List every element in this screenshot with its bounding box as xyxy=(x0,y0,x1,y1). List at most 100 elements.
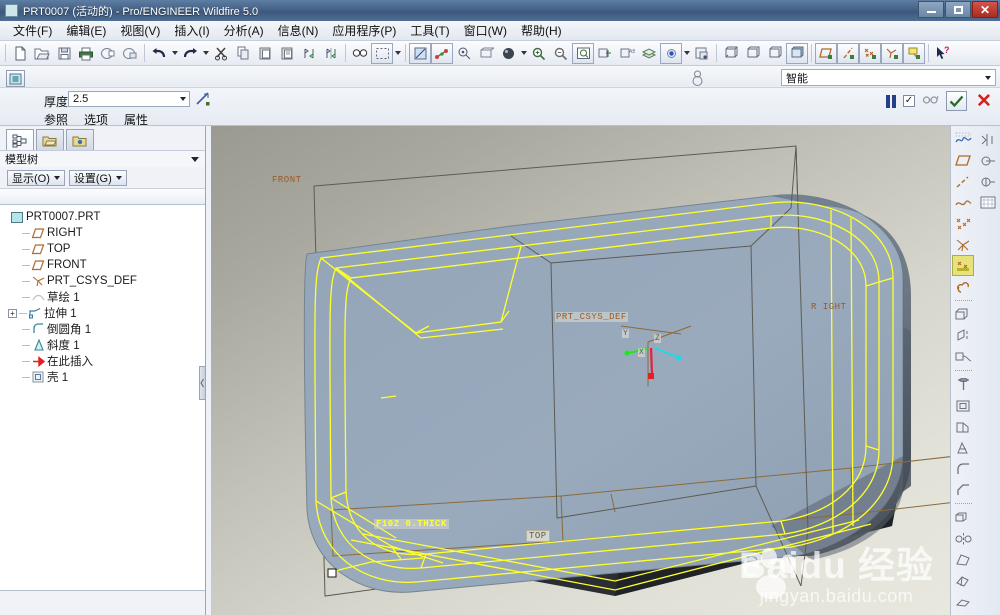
close-button[interactable]: ✕ xyxy=(972,1,998,18)
menu-tools[interactable]: 工具(T) xyxy=(403,20,456,41)
annotation-toggle-icon[interactable] xyxy=(903,42,925,64)
mail-review-icon[interactable] xyxy=(119,43,141,64)
datum-ref-icon[interactable] xyxy=(952,276,974,297)
panel-resize-handle[interactable] xyxy=(199,366,206,400)
datum-plane-tool-icon[interactable] xyxy=(952,150,974,171)
selection-filter[interactable]: 智能 xyxy=(781,69,996,86)
datum-curve-tool-icon[interactable] xyxy=(952,192,974,213)
graphics-viewport[interactable]: FRONT R IGHT TOP PRT_CSYS_DEF Y Z X F102… xyxy=(211,126,950,615)
datum-axis-toggle-icon[interactable] xyxy=(837,42,859,64)
model-tree[interactable]: PRT0007.PRT RIGHT TOP FRONT PRT_CSYS_DEF… xyxy=(0,205,205,591)
cancel-button[interactable]: ✕ xyxy=(974,91,994,111)
menu-edit[interactable]: 编辑(E) xyxy=(59,20,113,41)
menu-view[interactable]: 视图(V) xyxy=(113,20,167,41)
datum-point-tool-icon[interactable] xyxy=(952,213,974,234)
tree-item-draft[interactable]: 斜度 1 xyxy=(0,337,205,353)
new-file-icon[interactable] xyxy=(9,43,31,64)
minimize-button[interactable] xyxy=(918,1,944,18)
sketch-tool-icon[interactable] xyxy=(952,129,974,150)
appearance-icon[interactable] xyxy=(638,43,660,64)
tree-item-top-plane[interactable]: TOP xyxy=(0,241,205,257)
no-hidden-icon[interactable] xyxy=(764,43,786,64)
context-help-icon[interactable]: ? xyxy=(932,43,954,64)
wireframe-icon[interactable] xyxy=(720,43,742,64)
undo-dropdown-arrow[interactable] xyxy=(170,43,179,64)
hole-tool-icon[interactable] xyxy=(952,374,974,395)
grid-icon[interactable] xyxy=(977,192,999,213)
datum-coord-sys-tool-icon[interactable] xyxy=(952,234,974,255)
chevron-down-icon[interactable] xyxy=(191,156,199,162)
datum-point-offset-icon[interactable] xyxy=(952,255,975,276)
open-file-icon[interactable] xyxy=(31,43,53,64)
layer-icon[interactable] xyxy=(594,43,616,64)
datum-csys-toggle-icon[interactable] xyxy=(881,42,903,64)
tree-item-extrude[interactable]: + 拉伸 1 xyxy=(0,305,205,321)
rib-tool-icon[interactable] xyxy=(952,416,974,437)
draft-tool-icon[interactable] xyxy=(952,437,974,458)
regenerate-all-icon[interactable] xyxy=(320,43,342,64)
datum-point-toggle-icon[interactable] xyxy=(859,42,881,64)
tree-item-csys[interactable]: PRT_CSYS_DEF xyxy=(0,273,205,289)
tab-folder-browser[interactable] xyxy=(36,129,64,150)
analysis-icon[interactable] xyxy=(977,150,999,171)
tree-item-front-plane[interactable]: FRONT xyxy=(0,257,205,273)
paste-special-icon[interactable] xyxy=(276,43,298,64)
tree-show-button[interactable]: 显示(O) xyxy=(7,169,65,186)
offset-tool-icon[interactable] xyxy=(952,591,974,612)
zoom-in-icon[interactable] xyxy=(528,43,550,64)
pattern-tool-icon[interactable] xyxy=(952,507,974,528)
shading-icon[interactable] xyxy=(497,43,519,64)
print-icon[interactable] xyxy=(75,43,97,64)
extrude-tool-icon[interactable] xyxy=(952,304,974,325)
spin-center-icon[interactable] xyxy=(688,69,706,87)
preview-checkbox[interactable]: ✓ xyxy=(903,95,915,107)
light-icon[interactable] xyxy=(660,42,682,64)
refit-icon[interactable] xyxy=(572,42,594,64)
sketcher-icon[interactable] xyxy=(409,42,431,64)
trim-tool-icon[interactable] xyxy=(952,549,974,570)
model-analysis-icon[interactable] xyxy=(977,171,999,192)
regenerate-icon[interactable] xyxy=(298,43,320,64)
copy-icon[interactable] xyxy=(232,43,254,64)
tree-settings-button[interactable]: 设置(G) xyxy=(68,169,127,186)
paste-icon[interactable] xyxy=(254,43,276,64)
flip-direction-icon[interactable] xyxy=(195,91,211,107)
merge-tool-icon[interactable] xyxy=(952,570,974,591)
tab-favorites[interactable] xyxy=(66,129,94,150)
sweep-tool-icon[interactable] xyxy=(952,346,974,367)
maximize-button[interactable] xyxy=(945,1,971,18)
tree-item-round[interactable]: 倒圆角 1 xyxy=(0,321,205,337)
mail-icon[interactable] xyxy=(97,43,119,64)
pause-button[interactable] xyxy=(886,94,896,108)
tree-expand-toggle[interactable]: + xyxy=(8,308,17,318)
save-icon[interactable] xyxy=(53,43,75,64)
shaded-icon[interactable] xyxy=(786,42,808,64)
tree-item-shell[interactable]: 壳 1 xyxy=(0,369,205,385)
undo-icon[interactable] xyxy=(148,43,170,64)
redo-icon[interactable] xyxy=(179,43,201,64)
zoom-out-icon[interactable] xyxy=(550,43,572,64)
spin-center-icon[interactable] xyxy=(453,43,475,64)
shell-tool-icon[interactable] xyxy=(952,395,974,416)
menu-window[interactable]: 窗口(W) xyxy=(457,20,514,41)
menu-insert[interactable]: 插入(I) xyxy=(167,20,216,41)
tree-item-sketch[interactable]: 草绘 1 xyxy=(0,289,205,305)
menu-analysis[interactable]: 分析(A) xyxy=(217,20,271,41)
menu-file[interactable]: 文件(F) xyxy=(6,20,59,41)
revolve-tool-icon[interactable] xyxy=(952,325,974,346)
select-box-icon[interactable] xyxy=(371,42,393,64)
hidden-line-icon[interactable] xyxy=(742,43,764,64)
chamfer-tool-icon[interactable] xyxy=(952,479,974,500)
round-tool-icon[interactable] xyxy=(952,458,974,479)
tree-item-right-plane[interactable]: RIGHT xyxy=(0,225,205,241)
mirror-tool-icon[interactable] xyxy=(952,528,974,549)
menu-info[interactable]: 信息(N) xyxy=(271,20,326,41)
menu-applications[interactable]: 应用程序(P) xyxy=(325,20,403,41)
measure-icon[interactable] xyxy=(977,129,999,150)
tree-item-part[interactable]: PRT0007.PRT xyxy=(0,209,205,225)
datum-axis-tool-icon[interactable] xyxy=(952,171,974,192)
annotation-icon[interactable]: AB xyxy=(616,43,638,64)
glasses-preview-icon[interactable] xyxy=(922,92,939,110)
confirm-button[interactable] xyxy=(946,91,967,111)
redo-dropdown-arrow[interactable] xyxy=(201,43,210,64)
